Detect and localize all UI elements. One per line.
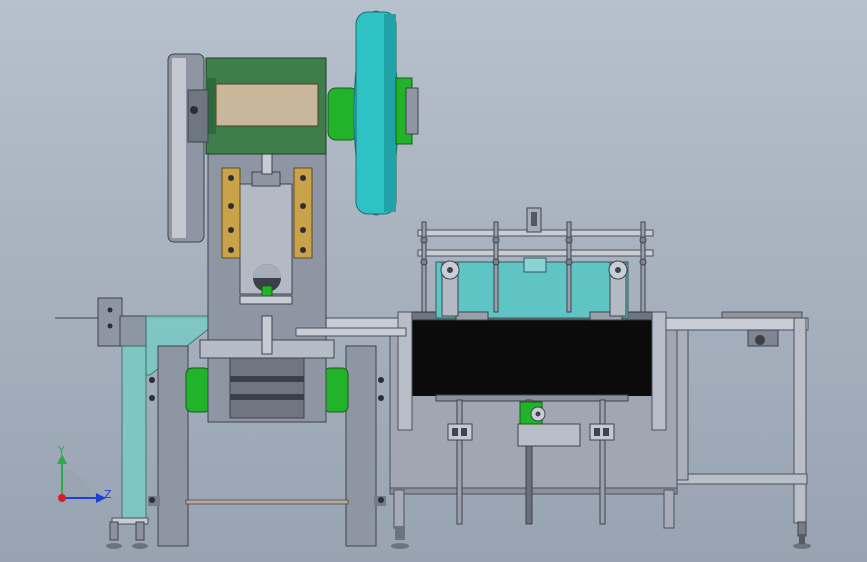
left-flywheel[interactable]	[167, 53, 209, 243]
coordinate-triad-icon: Y Z	[57, 444, 112, 503]
right-belt-upright	[651, 311, 667, 431]
black-belt-housing[interactable]	[402, 318, 664, 396]
cad-viewport[interactable]: Y Z	[0, 0, 867, 562]
assembly-drawing[interactable]: Y Z	[0, 0, 867, 562]
right-flywheel[interactable]	[327, 10, 419, 216]
triad-y-label: Y	[57, 444, 65, 457]
press-crown[interactable]	[205, 57, 327, 155]
outfeed-table[interactable]	[664, 311, 811, 549]
stacking-tray[interactable]	[435, 257, 629, 321]
transfer-rail[interactable]	[295, 327, 407, 337]
triad-z-label: Z	[104, 488, 112, 501]
